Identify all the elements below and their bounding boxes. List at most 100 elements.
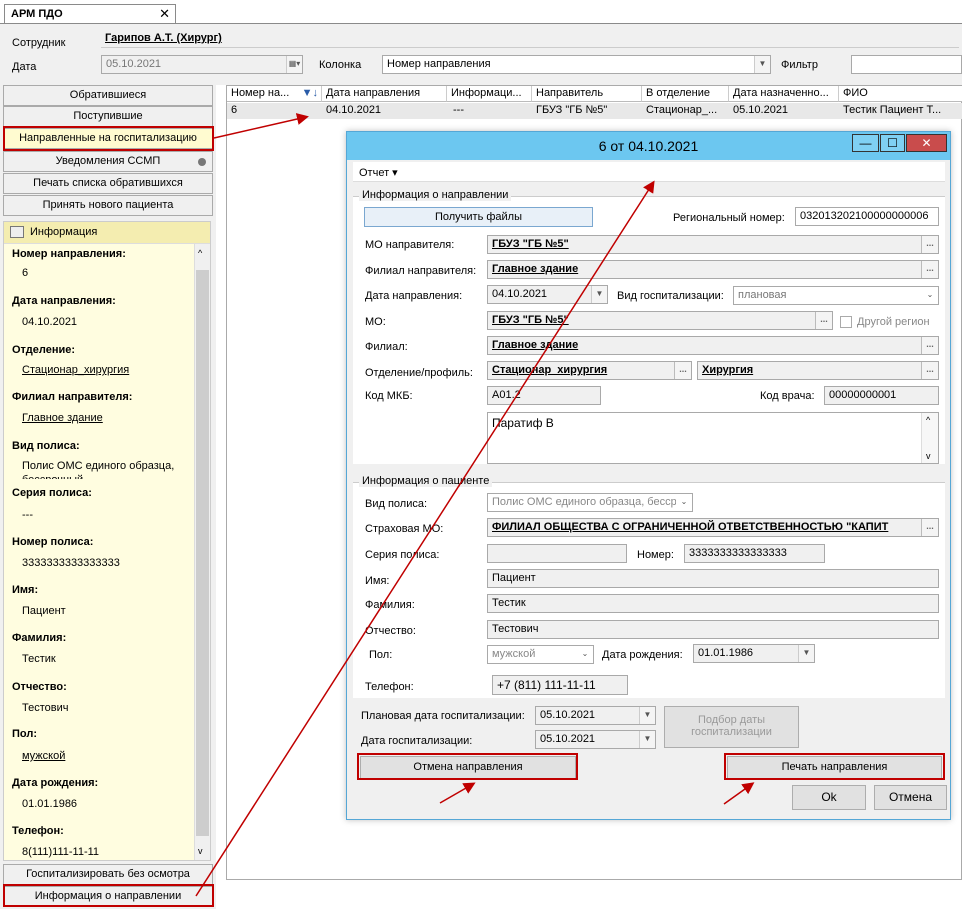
chevron-down-icon[interactable]: ▼ — [798, 645, 814, 662]
doc-code-field[interactable]: 00000000001 — [824, 386, 939, 405]
highlight-box — [357, 753, 578, 780]
info-label: Серия полиса: — [12, 487, 92, 499]
other-region-checkbox[interactable] — [840, 316, 852, 328]
status-dot-icon — [198, 158, 206, 166]
chevron-down-icon[interactable]: ▼ — [754, 56, 770, 73]
get-files-button[interactable]: Получить файлы — [364, 207, 593, 227]
scroll-up-icon[interactable]: ^ — [198, 248, 202, 258]
more-icon[interactable]: ... — [921, 519, 938, 536]
info-value-link[interactable]: мужской — [22, 749, 192, 763]
info-label: Филиал направителя: — [12, 391, 133, 403]
sex-select[interactable]: мужской ⌄ — [487, 645, 594, 664]
plan-date-field[interactable]: 05.10.2021 ▼ — [535, 706, 656, 725]
close-icon[interactable]: ✕ — [906, 134, 947, 152]
btn-print-list[interactable]: Печать списка обратившихся — [3, 173, 213, 194]
mkb-field[interactable]: A01.2 — [487, 386, 601, 405]
report-menu[interactable]: Отчет ▾ — [359, 167, 398, 179]
calendar-icon[interactable]: ▦▾ — [286, 56, 302, 73]
scroll-down-icon[interactable]: v — [926, 451, 931, 461]
sex-label: Пол: — [369, 649, 393, 661]
btn-ssmp-notifications[interactable]: Уведомления ССМП — [3, 151, 213, 172]
mo-dir-field[interactable]: ГБУЗ "ГБ №5"... — [487, 235, 939, 254]
info-value: 6 — [22, 267, 29, 279]
fil-dir-value: Главное здание — [492, 263, 579, 275]
chevron-down-icon[interactable]: ▼ — [639, 707, 655, 724]
info-value-link[interactable]: Стационар_хирургия — [22, 363, 192, 377]
info-value-link[interactable]: Главное здание — [22, 411, 192, 425]
reg-num-field[interactable]: 032013202100000000006 — [795, 207, 939, 226]
chevron-down-icon[interactable]: ⌄ — [676, 494, 692, 511]
hosp-type-select[interactable]: плановая ⌄ — [733, 286, 939, 305]
name-field[interactable]: Пациент — [487, 569, 939, 588]
birth-field[interactable]: 01.01.1986 ▼ — [693, 644, 815, 663]
more-icon[interactable]: ... — [921, 337, 938, 354]
more-icon[interactable]: ... — [921, 261, 938, 278]
fil-label: Филиал: — [365, 341, 408, 353]
hosp-date-field[interactable]: 05.10.2021 ▼ — [535, 730, 656, 749]
mo-label: МО: — [365, 316, 386, 328]
info-value: --- — [22, 509, 33, 521]
highlight-box — [3, 126, 214, 151]
scroll-thumb[interactable] — [196, 270, 209, 836]
chevron-down-icon[interactable]: ▼ — [591, 286, 607, 303]
dept-field[interactable]: Стационар_хирургия... — [487, 361, 692, 380]
info-scrollbar[interactable]: ^ v — [194, 244, 210, 860]
fil-field[interactable]: Главное здание... — [487, 336, 939, 355]
filter-input[interactable] — [851, 55, 962, 74]
diagnosis-value: Паратиф В — [492, 416, 554, 430]
chevron-down-icon[interactable]: ⌄ — [922, 287, 938, 304]
tab-close-icon[interactable]: ✕ — [159, 6, 170, 22]
grid-header[interactable]: Дата направления — [322, 86, 447, 102]
column-label: Колонка — [319, 59, 362, 71]
more-icon[interactable]: ... — [921, 236, 938, 253]
grid-header[interactable]: Информаци... — [447, 86, 532, 102]
minimize-icon[interactable]: — — [852, 134, 879, 152]
chevron-down-icon[interactable]: ▼ — [639, 731, 655, 748]
btn-new-patient[interactable]: Принять нового пациента — [3, 195, 213, 216]
column-select[interactable]: Номер направления ▼ — [382, 55, 771, 74]
app-tab[interactable]: АРМ ПДО ✕ — [4, 4, 176, 23]
plan-date-label: Плановая дата госпитализации: — [361, 710, 525, 722]
series-field[interactable] — [487, 544, 627, 563]
grid-header[interactable]: ФИО — [839, 86, 962, 102]
grid-header[interactable]: В отделение — [642, 86, 729, 102]
fil-dir-field[interactable]: Главное здание... — [487, 260, 939, 279]
chevron-down-icon[interactable]: ⌄ — [577, 646, 593, 663]
profile-field[interactable]: Хирургия... — [697, 361, 939, 380]
grid-cell: --- — [453, 104, 464, 116]
date-field[interactable]: 05.10.2021 ▦▾ — [101, 55, 303, 74]
policy-type-select[interactable]: Полис ОМС единого образца, бесср ⌄ — [487, 493, 693, 512]
patronymic-field[interactable]: Тестович — [487, 620, 939, 639]
grid-header[interactable]: Номер на... ▼↓ — [227, 86, 322, 102]
more-icon[interactable]: ... — [815, 312, 832, 329]
date-dir-field[interactable]: 04.10.2021 ▼ — [487, 285, 608, 304]
info-value: Тестик — [22, 653, 56, 665]
textarea-scrollbar[interactable]: ^ v — [921, 413, 938, 463]
dialog-titlebar[interactable]: 6 от 04.10.2021 — ☐ ✕ — [347, 132, 950, 160]
ok-button[interactable]: Ok — [792, 785, 866, 810]
info-label: Имя: — [12, 584, 39, 596]
more-icon[interactable]: ... — [674, 362, 691, 379]
btn-hospitalize-without-exam[interactable]: Госпитализировать без осмотра — [3, 864, 213, 885]
btn-admitted[interactable]: Поступившие — [3, 106, 213, 127]
patronymic-label: Отчество: — [365, 625, 416, 637]
btn-applied[interactable]: Обратившиеся — [3, 85, 213, 106]
pick-date-button[interactable]: Подбор даты госпитализации — [664, 706, 799, 748]
maximize-icon[interactable]: ☐ — [880, 134, 905, 152]
scroll-down-icon[interactable]: v — [198, 846, 203, 856]
phone-field[interactable]: +7 (811) 111-11-11 — [492, 675, 628, 695]
surname-field[interactable]: Тестик — [487, 594, 939, 613]
cancel-button[interactable]: Отмена — [874, 785, 947, 810]
mo-field[interactable]: ГБУЗ "ГБ №5"... — [487, 311, 833, 330]
grid-header[interactable]: Направитель — [532, 86, 642, 102]
diagnosis-textarea[interactable]: Паратиф В ^ v — [487, 412, 939, 464]
grid-header[interactable]: Дата назначенно... — [729, 86, 839, 102]
scroll-up-icon[interactable]: ^ — [926, 415, 930, 425]
filter-sort-icon[interactable]: ▼↓ — [302, 87, 318, 99]
insurer-field[interactable]: ФИЛИАЛ ОБЩЕСТВА С ОГРАНИЧЕННОЙ ОТВЕТСТВЕ… — [487, 518, 939, 537]
more-icon[interactable]: ... — [921, 362, 938, 379]
sex-value: мужской — [492, 648, 536, 660]
number-field[interactable]: 3333333333333333 — [684, 544, 825, 563]
mo-value: ГБУЗ "ГБ №5" — [492, 314, 569, 326]
phone-label: Телефон: — [365, 681, 414, 693]
